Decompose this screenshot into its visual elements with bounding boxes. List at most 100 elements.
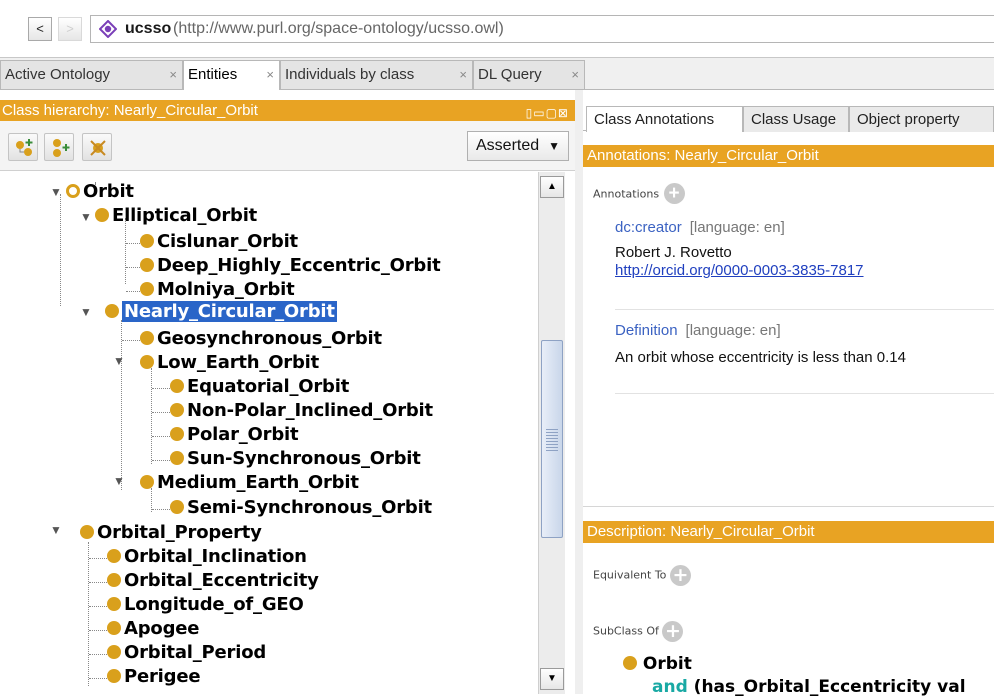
- class-tree[interactable]: ▼ ▼ ▼ ▼ ▼ ▼ Orbit Elliptical_Orbit Cislu…: [0, 172, 538, 694]
- add-sibling-button[interactable]: [44, 133, 74, 161]
- tree-node-molniya-orbit[interactable]: Molniya_Orbit: [140, 278, 295, 302]
- tree-node-cislunar-orbit[interactable]: Cislunar_Orbit: [140, 230, 298, 254]
- subclass-of-label: SubClass Of: [593, 624, 659, 638]
- tree-node-deep-highly-eccentric-orbit[interactable]: Deep_Highly_Eccentric_Orbit: [140, 254, 441, 278]
- tree-node-medium-earth-orbit[interactable]: Medium_Earth_Orbit: [140, 471, 359, 495]
- tree-node-orbital-property[interactable]: Orbital_Property: [80, 521, 262, 545]
- close-icon[interactable]: ×: [459, 61, 467, 89]
- chevron-down-icon: ▼: [548, 139, 560, 153]
- description-header: Description: Nearly_Circular_Orbit: [583, 521, 994, 543]
- tree-connector: [151, 368, 152, 464]
- tree-node-polar-orbit[interactable]: Polar_Orbit: [170, 423, 299, 447]
- class-hierarchy-header: Class hierarchy: Nearly_Circular_Orbit ▯…: [0, 100, 575, 121]
- address-bar-area: < > ucsso (http://www.purl.org/space-ont…: [0, 0, 994, 58]
- tab-label: Individuals by class: [285, 66, 415, 83]
- tree-node-perigee[interactable]: Perigee: [107, 665, 201, 689]
- class-icon: [140, 355, 154, 369]
- add-superclass-button[interactable]: +: [662, 621, 684, 642]
- annotation-property: Definition: [615, 322, 678, 339]
- node-label: Semi-Synchronous_Orbit: [187, 497, 432, 518]
- annotation-value: Robert J. Rovetto: [615, 244, 732, 261]
- expand-toggle-icon[interactable]: ▼: [113, 469, 125, 493]
- expand-toggle-icon[interactable]: ▼: [50, 518, 62, 542]
- tree-node-orbital-eccentricity[interactable]: Orbital_Eccentricity: [107, 569, 319, 593]
- annotation-creator[interactable]: dc:creator [language: en] Robert J. Rovet…: [615, 219, 994, 280]
- tree-node-elliptical-orbit[interactable]: Elliptical_Orbit: [95, 204, 257, 228]
- class-icon: [623, 656, 637, 670]
- class-tree-scrollbar[interactable]: ▲ ▼: [538, 172, 565, 694]
- class-icon: [170, 427, 184, 441]
- scroll-up-button[interactable]: ▲: [540, 176, 564, 198]
- class-icon: [140, 475, 154, 489]
- tab-entities[interactable]: Entities ×: [183, 60, 280, 90]
- tree-node-sun-synchronous-orbit[interactable]: Sun-Synchronous_Orbit: [170, 447, 421, 471]
- tree-connector: [126, 291, 140, 292]
- ontology-address-field[interactable]: ucsso (http://www.purl.org/space-ontolog…: [90, 15, 994, 43]
- expand-toggle-icon[interactable]: ▼: [50, 180, 62, 204]
- scrollbar-thumb[interactable]: [541, 340, 563, 538]
- node-label: Medium_Earth_Orbit: [157, 472, 359, 493]
- forward-button[interactable]: >: [58, 17, 82, 41]
- annotations-panel: Annotations + dc:creator [language: en] R…: [583, 167, 994, 507]
- tree-connector: [121, 320, 122, 490]
- node-label: Polar_Orbit: [187, 424, 299, 445]
- tree-node-equatorial-orbit[interactable]: Equatorial_Orbit: [170, 375, 349, 399]
- expand-toggle-icon[interactable]: ▼: [113, 349, 125, 373]
- superclass-orbit[interactable]: Orbit: [623, 654, 692, 674]
- tree-connector: [89, 654, 107, 655]
- tree-node-low-earth-orbit[interactable]: Low_Earth_Orbit: [140, 351, 319, 375]
- tree-node-nearly-circular-orbit[interactable]: Nearly_Circular_Orbit: [105, 300, 337, 324]
- description-panel: Equivalent To + SubClass Of + Orbit and …: [583, 543, 994, 697]
- tab-class-annotations[interactable]: Class Annotations: [586, 106, 743, 132]
- add-subclass-icon: [16, 139, 33, 156]
- panel-title: Class hierarchy: Nearly_Circular_Orbit: [2, 102, 258, 119]
- add-subclass-button[interactable]: [8, 133, 38, 161]
- tree-node-non-polar-inclined-orbit[interactable]: Non-Polar_Inclined_Orbit: [170, 399, 433, 423]
- grip-icon: [546, 429, 558, 451]
- restriction-text: (has_Orbital_Eccentricity val: [693, 677, 966, 697]
- expand-toggle-icon[interactable]: ▼: [80, 300, 92, 324]
- tab-label: DL Query: [478, 66, 542, 83]
- tree-connector: [89, 582, 107, 583]
- node-label: Equatorial_Orbit: [187, 376, 350, 397]
- delete-class-button[interactable]: [82, 133, 112, 161]
- back-button[interactable]: <: [28, 17, 52, 41]
- tab-dl-query[interactable]: DL Query ×: [473, 60, 585, 89]
- add-equivalent-button[interactable]: +: [669, 565, 691, 586]
- asserted-inferred-select[interactable]: Asserted ▼: [467, 131, 569, 161]
- tab-object-property[interactable]: Object property: [849, 106, 994, 132]
- node-label: Perigee: [124, 666, 201, 687]
- class-icon: [170, 403, 184, 417]
- annotation-divider: [615, 309, 994, 310]
- tree-node-orbital-inclination[interactable]: Orbital_Inclination: [107, 545, 307, 569]
- tree-connector: [152, 436, 170, 437]
- annotations-header: Annotations: Nearly_Circular_Orbit: [583, 145, 994, 167]
- tree-node-longitude-of-geo[interactable]: Longitude_of_GEO: [107, 593, 304, 617]
- keyword-and: and: [652, 677, 688, 697]
- tree-node-orbital-period[interactable]: Orbital_Period: [107, 641, 266, 665]
- node-label: Orbital_Inclination: [124, 546, 307, 567]
- expand-toggle-icon[interactable]: ▼: [80, 205, 92, 229]
- node-label: Molniya_Orbit: [157, 279, 295, 300]
- superclass-expression[interactable]: and (has_Orbital_Eccentricity val: [652, 677, 966, 697]
- equivalent-to-section: Equivalent To +: [593, 565, 691, 586]
- tree-node-orbit[interactable]: Orbit: [66, 180, 134, 204]
- close-icon[interactable]: ×: [169, 61, 177, 89]
- class-icon: [95, 208, 109, 222]
- annotation-definition[interactable]: Definition [language: en] An orbit whose …: [615, 322, 994, 367]
- tree-connector: [152, 460, 170, 461]
- node-label: Orbital_Eccentricity: [124, 570, 319, 591]
- tab-active-ontology[interactable]: Active Ontology ×: [0, 60, 183, 89]
- close-icon[interactable]: ×: [266, 61, 274, 89]
- tab-class-usage[interactable]: Class Usage: [743, 106, 849, 132]
- node-label: Cislunar_Orbit: [157, 231, 298, 252]
- orcid-link[interactable]: http://orcid.org/0000-0003-3835-7817: [615, 262, 864, 279]
- add-annotation-button[interactable]: +: [663, 183, 685, 204]
- panel-splitter[interactable]: [575, 90, 583, 694]
- close-icon[interactable]: ×: [571, 61, 579, 89]
- tab-individuals-by-class[interactable]: Individuals by class ×: [280, 60, 473, 89]
- tree-node-geosynchronous-orbit[interactable]: Geosynchronous_Orbit: [140, 327, 382, 351]
- tree-node-semi-synchronous-orbit[interactable]: Semi-Synchronous_Orbit: [170, 496, 432, 520]
- tree-node-apogee[interactable]: Apogee: [107, 617, 199, 641]
- scroll-down-button[interactable]: ▼: [540, 668, 564, 690]
